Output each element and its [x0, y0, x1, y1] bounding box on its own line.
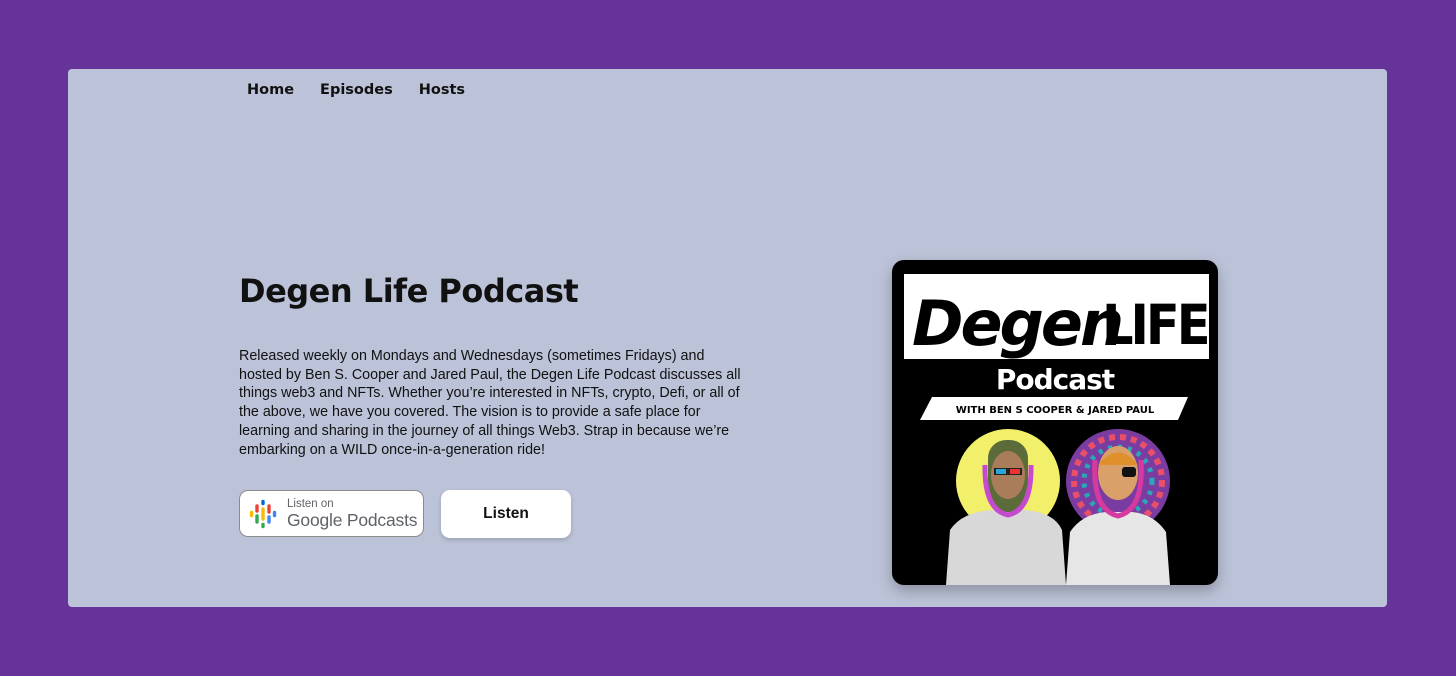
google-podcasts-small-label: Listen on: [287, 498, 334, 510]
top-nav: Home Episodes Hosts: [247, 82, 465, 98]
podcast-cover-art: Degen LIFE Podcast WITH BEN S COOPER & J…: [892, 260, 1218, 585]
host-right-shirt: [1066, 512, 1170, 585]
cover-art-graphic: Degen LIFE Podcast WITH BEN S COOPER & J…: [904, 274, 1211, 585]
google-podcasts-icon: [249, 499, 277, 528]
cover-word-podcast: Podcast: [996, 363, 1115, 396]
hero-card: Home Episodes Hosts Degen Life Podcast R…: [68, 69, 1387, 607]
cover-word-life: LIFE: [1102, 293, 1208, 357]
nav-hosts-link[interactable]: Hosts: [419, 82, 465, 98]
cover-hosts-text: WITH BEN S COOPER & JARED PAUL: [956, 405, 1155, 416]
nav-home-link[interactable]: Home: [247, 82, 294, 98]
google-podcasts-text: Listen on Google Podcasts: [287, 496, 417, 531]
page-title: Degen Life Podcast: [239, 272, 579, 310]
google-podcasts-big-label: Google Podcasts: [287, 510, 418, 530]
listen-button[interactable]: Listen: [441, 490, 571, 538]
google-podcasts-button[interactable]: Listen on Google Podcasts: [239, 490, 424, 537]
host-right-eyepatch: [1122, 467, 1136, 477]
nav-episodes-link[interactable]: Episodes: [320, 82, 393, 98]
host-left-shirt: [946, 510, 1066, 585]
cover-word-degen: Degen: [912, 287, 1121, 360]
podcast-description: Released weekly on Mondays and Wednesday…: [239, 348, 741, 458]
